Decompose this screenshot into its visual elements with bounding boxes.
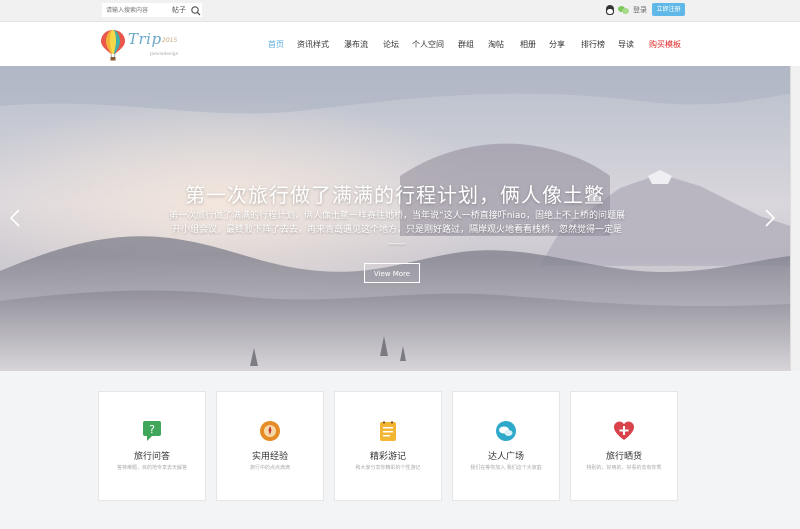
nav-item-forum[interactable]: 论坛 — [383, 39, 399, 50]
card-description: 旅行中的点点滴滴 — [249, 465, 290, 471]
svg-text:?: ? — [149, 423, 155, 436]
logo-year: 2015 — [162, 37, 178, 44]
showcase-icon — [614, 421, 634, 440]
card-qa[interactable]: ? 旅行问答 答特难题，目的地专享去天解答 — [98, 391, 206, 501]
balloon-icon — [101, 30, 125, 61]
card-title: 实用经验 — [251, 452, 288, 462]
header: Trip 2015 Joeviedesign 首页 资讯样式 瀑布流 论坛 个人… — [0, 22, 800, 66]
wechat-icon[interactable] — [618, 6, 629, 14]
feature-cards: ? 旅行问答 答特难题，目的地专享去天解答 实用经验 旅行中的点点滴滴 精彩游记… — [98, 391, 680, 501]
card-plaza[interactable]: 达人广场 我们在等你加入 我们这个大家庭 — [452, 391, 560, 501]
hero-description: 第一次旅行做了满满的行程计划，俩人像土鳖一样赛往她桥，当年说“这人一桥直接吓ni… — [169, 211, 625, 249]
logo-subtitle: Joeviedesign — [150, 52, 179, 57]
card-experience[interactable]: 实用经验 旅行中的点点滴滴 — [216, 391, 324, 501]
card-description: 特别的，好用的，好看的去有你秀 — [586, 465, 662, 471]
card-showcase[interactable]: 旅行晒货 特别的，好用的，好看的去有你秀 — [570, 391, 678, 501]
card-description: 和大家分享你精彩的个性游记 — [355, 465, 421, 471]
search-button[interactable] — [190, 3, 202, 17]
nav-item-collections[interactable]: 淘帖 — [488, 39, 504, 50]
hero-title: 第一次旅行做了满满的行程计划，俩人像土鳖 — [185, 183, 605, 207]
nav-item-album[interactable]: 相册 — [520, 39, 536, 50]
next-slide-icon[interactable] — [763, 208, 777, 228]
prev-slide-icon[interactable] — [8, 208, 22, 228]
view-more-button[interactable]: View More — [364, 263, 420, 283]
card-title: 旅行晒货 — [605, 452, 642, 462]
card-title: 旅行问答 — [133, 452, 170, 462]
logo-text: Trip — [128, 30, 162, 48]
scrollbar[interactable] — [790, 66, 800, 371]
card-description: 答特难题，目的地专享去天解答 — [116, 465, 187, 471]
card-title: 精彩游记 — [369, 452, 406, 462]
nav-item-buy-template[interactable]: 购买模板 — [649, 39, 681, 50]
card-description: 我们在等你加入 我们这个大家庭 — [470, 465, 542, 471]
plaza-icon — [496, 421, 516, 441]
hero-banner: 第一次旅行做了满满的行程计划，俩人像土鳖 第一次旅行做了满满的行程计划，俩人像土… — [0, 66, 790, 371]
nav-item-ranking[interactable]: 排行榜 — [581, 39, 605, 50]
nav-item-groups[interactable]: 群组 — [458, 39, 474, 50]
search-icon — [191, 6, 201, 16]
qa-icon: ? — [143, 421, 161, 441]
login-link[interactable]: 登录 — [633, 5, 647, 15]
login-area: 登录 — [606, 3, 647, 17]
travelogue-icon — [380, 421, 396, 441]
nav-item-space[interactable]: 个人空间 — [412, 39, 444, 50]
site-logo[interactable]: Trip 2015 Joeviedesign — [100, 29, 190, 61]
search-type-select[interactable]: 帖子 — [172, 5, 186, 15]
nav-item-waterfall[interactable]: 瀑布流 — [344, 39, 368, 50]
qq-icon[interactable] — [606, 5, 614, 15]
card-title: 达人广场 — [487, 452, 524, 462]
search-input[interactable] — [102, 3, 202, 17]
nav-item-home[interactable]: 首页 — [268, 39, 284, 50]
signup-button[interactable]: 立即注册 — [652, 3, 685, 16]
top-bar: 帖子 登录 立即注册 — [0, 0, 800, 22]
nav-item-guide[interactable]: 导读 — [618, 39, 634, 50]
nav-item-news[interactable]: 资讯样式 — [297, 39, 329, 50]
card-travelogue[interactable]: 精彩游记 和大家分享你精彩的个性游记 — [334, 391, 442, 501]
nav-item-share[interactable]: 分享 — [549, 39, 565, 50]
experience-icon — [260, 421, 280, 441]
